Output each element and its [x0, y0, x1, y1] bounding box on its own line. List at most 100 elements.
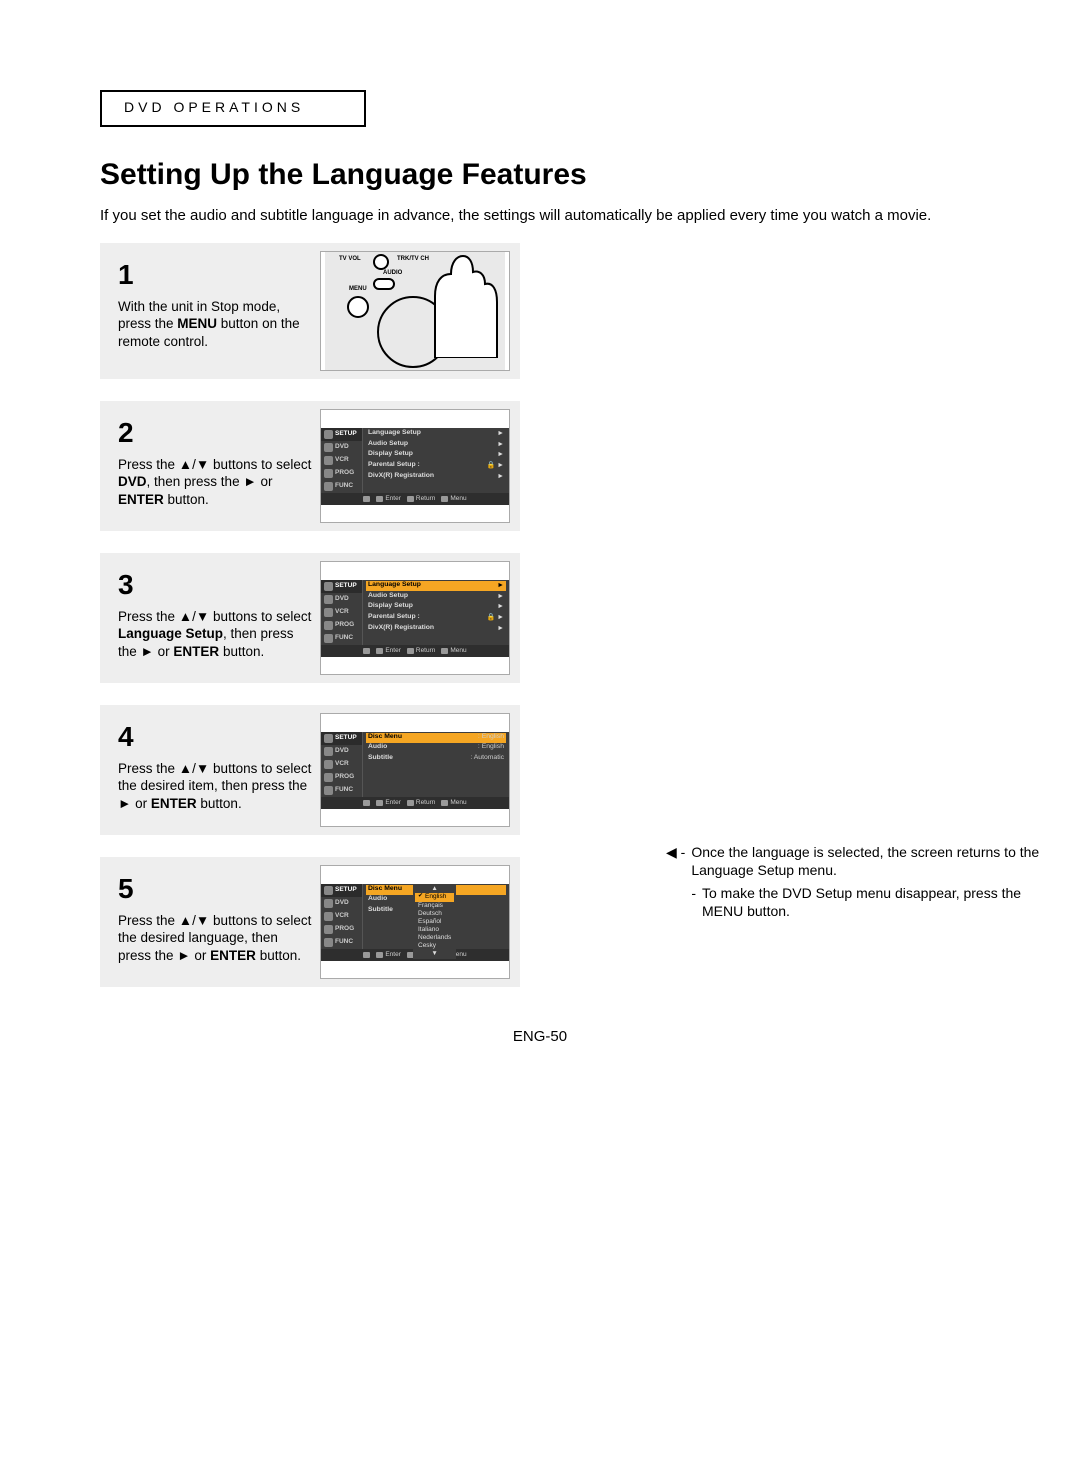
page-number: ENG-50 — [100, 1027, 980, 1047]
enter-icon — [376, 496, 383, 502]
step-5-body: Press the ▲/▼ buttons to select the desi… — [118, 912, 314, 965]
step-2-number: 2 — [118, 415, 314, 451]
func-icon — [324, 634, 333, 643]
step-5-osd: SETUP DVD VCR PROG FUNC Disc Menu Audio … — [320, 865, 510, 979]
osd-item: DivX(R) Registration► — [366, 471, 506, 481]
lock-icon: 🔒 — [486, 614, 495, 621]
lang-option: Cesky — [415, 942, 454, 950]
section-label: DVD OPERATIONS — [124, 99, 304, 115]
step-3-text: 3 Press the ▲/▼ buttons to select Langua… — [118, 561, 314, 675]
osd-panel: SETUP DVD VCR PROG FUNC Disc Menu: Engli… — [321, 732, 509, 809]
osd-item: Parental Setup :🔒 ► — [366, 612, 506, 623]
step-5-text: 5 Press the ▲/▼ buttons to select the de… — [118, 865, 314, 979]
return-icon — [407, 648, 414, 654]
osd-item: Display Setup► — [366, 602, 506, 612]
osd-item: Parental Setup :🔒 ► — [366, 460, 506, 471]
menu-label: MENU — [349, 286, 367, 294]
clock-icon — [324, 469, 333, 478]
osd-item: Audio: English — [366, 743, 506, 753]
intro-paragraph: If you set the audio and subtitle langua… — [100, 206, 980, 226]
menu-icon — [441, 496, 448, 502]
nav-icon — [363, 496, 370, 502]
disc-icon — [324, 899, 333, 908]
tape-icon — [324, 912, 333, 921]
lang-option: Italiano — [415, 926, 454, 934]
lang-option: Deutsch — [415, 910, 454, 918]
mute-icon — [373, 254, 389, 270]
clock-icon — [324, 773, 333, 782]
lang-option: Nederlands — [415, 934, 454, 942]
osd-panel: SETUP DVD VCR PROG FUNC Language Setup► … — [321, 428, 509, 505]
audio-button-icon — [373, 278, 395, 290]
osd-side-dvd: DVD — [321, 441, 362, 454]
lock-icon: 🔒 — [486, 462, 495, 469]
osd-item: Language Setup► — [366, 429, 506, 439]
osd-language-popup: ▲ ✔English Français Deutsch Español Ital… — [413, 884, 456, 959]
osd-item: Display Setup► — [366, 450, 506, 460]
check-icon: ✔ — [418, 893, 423, 901]
lang-option: Español — [415, 918, 454, 926]
gear-icon — [324, 582, 333, 591]
step-1: 1 With the unit in Stop mode, press the … — [100, 243, 520, 379]
step-3-number: 3 — [118, 567, 314, 603]
scroll-down-icon: ▼ — [415, 950, 454, 958]
osd-item: Subtitle: Automatic — [366, 753, 506, 763]
tape-icon — [324, 456, 333, 465]
section-header: DVD OPERATIONS — [100, 90, 366, 127]
step-4: 4 Press the ▲/▼ buttons to select the de… — [100, 705, 520, 835]
osd-bottom-bar: Enter Return Menu — [321, 493, 509, 505]
lang-option-selected: ✔English — [415, 893, 454, 901]
step-2-text: 2 Press the ▲/▼ buttons to select DVD, t… — [118, 409, 314, 523]
disc-icon — [324, 595, 333, 604]
menu-button-icon — [347, 296, 369, 318]
osd-item-selected: Language Setup► — [366, 581, 506, 591]
clock-icon — [324, 621, 333, 630]
tape-icon — [324, 608, 333, 617]
menu-icon — [441, 648, 448, 654]
return-icon — [407, 496, 414, 502]
audio-label: AUDIO — [383, 270, 402, 278]
func-icon — [324, 938, 333, 947]
lang-option: Français — [415, 902, 454, 910]
note-1: Once the language is selected, the scree… — [691, 843, 1066, 879]
step-3-osd: SETUP DVD VCR PROG FUNC Language Setup► … — [320, 561, 510, 675]
enter-icon — [376, 800, 383, 806]
enter-icon — [376, 952, 383, 958]
step-3-body: Press the ▲/▼ buttons to select Language… — [118, 608, 314, 661]
gear-icon — [324, 430, 333, 439]
remote-illustration: TV VOL TRK/TV CH AUDIO MENU — [325, 252, 505, 370]
step-5: 5 Press the ▲/▼ buttons to select the de… — [100, 857, 520, 987]
func-icon — [324, 786, 333, 795]
page-title: Setting Up the Language Features — [100, 155, 980, 194]
step-1-illustration: TV VOL TRK/TV CH AUDIO MENU — [320, 251, 510, 371]
func-icon — [324, 482, 333, 491]
step-1-text: 1 With the unit in Stop mode, press the … — [118, 251, 314, 371]
step-1-body: With the unit in Stop mode, press the ME… — [118, 298, 314, 351]
note-bullet-icon: ◀ - — [666, 843, 685, 879]
menu-icon — [441, 800, 448, 806]
osd-sidebar: SETUP DVD VCR PROG FUNC — [321, 428, 363, 493]
nav-icon — [363, 800, 370, 806]
osd-item: Audio Setup► — [366, 439, 506, 449]
clock-icon — [324, 925, 333, 934]
step-4-number: 4 — [118, 719, 314, 755]
osd-side-prog: PROG — [321, 467, 362, 480]
step-2: 2 Press the ▲/▼ buttons to select DVD, t… — [100, 401, 520, 531]
step-1-number: 1 — [118, 257, 314, 293]
dash-icon: - — [691, 884, 696, 920]
nav-icon — [363, 648, 370, 654]
osd-sidebar: SETUP DVD VCR PROG FUNC — [321, 580, 363, 645]
osd-sidebar: SETUP DVD VCR PROG FUNC — [321, 884, 363, 949]
osd-main: Language Setup► Audio Setup► Display Set… — [363, 428, 509, 493]
enter-icon — [376, 648, 383, 654]
nav-icon — [363, 952, 370, 958]
step-3: 3 Press the ▲/▼ buttons to select Langua… — [100, 553, 520, 683]
step-4-text: 4 Press the ▲/▼ buttons to select the de… — [118, 713, 314, 827]
osd-bottom-bar: Enter Return Menu — [321, 797, 509, 809]
osd-side-func: FUNC — [321, 480, 362, 493]
osd-main: Language Setup► Audio Setup► Display Set… — [363, 580, 509, 645]
return-icon — [407, 800, 414, 806]
note-2: To make the DVD Setup menu disappear, pr… — [702, 884, 1066, 920]
gear-icon — [324, 886, 333, 895]
osd-item: DivX(R) Registration► — [366, 623, 506, 633]
